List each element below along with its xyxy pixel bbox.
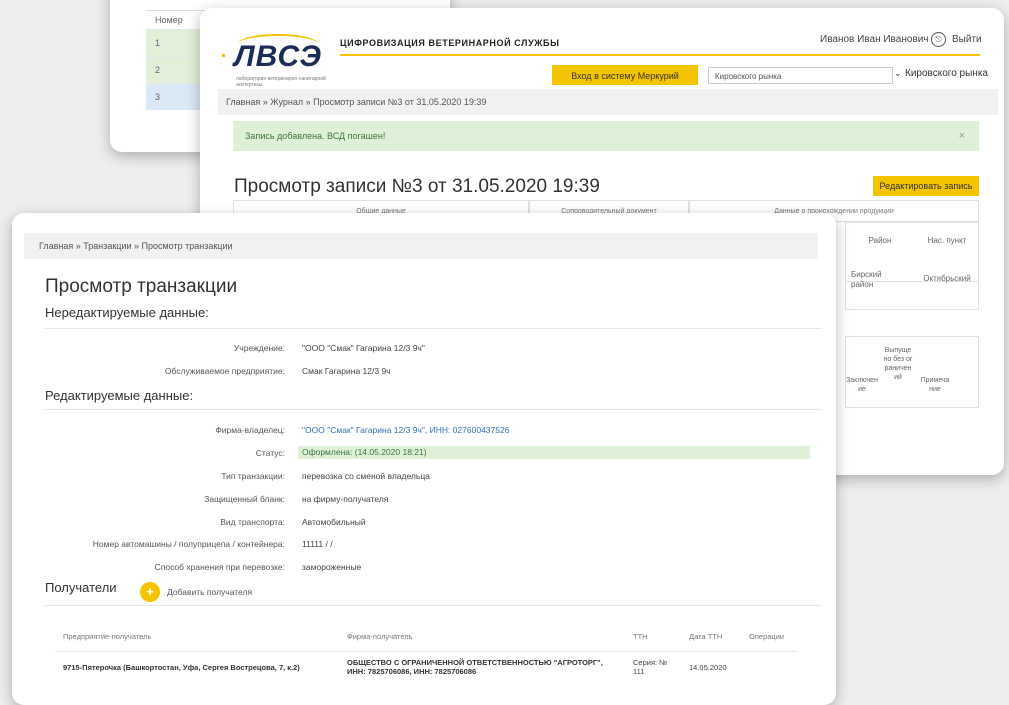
col-firm: Фирма-получатель	[339, 621, 625, 652]
blank-value: на фирму-получателя	[302, 494, 389, 504]
divider	[45, 409, 821, 410]
type-value: перевозка со сменой владельца	[302, 471, 430, 481]
noneditable-heading: Нередактируемые данные:	[45, 305, 209, 320]
col-ttn: ТТН	[625, 621, 681, 652]
vehicle-label: Номер автомашины / полуприцепа / контейн…	[92, 539, 285, 549]
add-recipient-icon[interactable]: +	[140, 582, 160, 602]
recipients-heading: Получатели	[45, 580, 117, 595]
logout-icon[interactable]: ⎋	[931, 32, 946, 47]
edit-record-button[interactable]: Редактировать запись	[873, 176, 979, 196]
col-note: Примечание	[920, 377, 950, 393]
cell-enterprise: 9715-Пятерочка (Башкортостан, Уфа, Серге…	[63, 662, 300, 672]
recipients-table: Предприятие-получатель Фирма-получатель …	[55, 621, 797, 682]
divider	[45, 328, 821, 329]
cell-firm: ОБЩЕСТВО С ОГРАНИЧЕННОЙ ОТВЕТСТВЕННОСТЬЮ…	[347, 658, 603, 676]
divider	[45, 605, 821, 606]
status-badge: Оформлена: (14.05.2020 18:21)	[298, 446, 810, 459]
editable-heading: Редактируемые данные:	[45, 388, 194, 403]
col-settlement: Нас. пункт	[927, 236, 967, 245]
logout-link[interactable]: Выйти	[952, 34, 982, 45]
col-enterprise: Предприятие-получатель	[55, 621, 339, 652]
market-select[interactable]: Кировского рынка	[708, 67, 893, 84]
user-name[interactable]: Иванов Иван Иванович	[820, 34, 929, 45]
page-title: Просмотр транзакции	[45, 276, 238, 297]
storage-value: замороженные	[302, 562, 362, 572]
mercury-login-button[interactable]: Вход в систему Меркурий	[552, 65, 698, 85]
app-title: ЦИФРОВИЗАЦИЯ ВЕТЕРИНАРНОЙ СЛУЖБЫ	[340, 38, 560, 48]
cell-ttn-date: 14.05.2020	[689, 662, 727, 672]
close-icon[interactable]: ×	[959, 121, 965, 151]
col-region: Район	[868, 236, 892, 245]
type-label: Тип транзакции:	[221, 471, 285, 481]
cell-operations[interactable]	[741, 652, 797, 683]
storage-label: Способ хранения при перевозке:	[154, 562, 285, 572]
owner-label: Фирма-владелец:	[215, 425, 285, 435]
col-operations: Операции	[741, 621, 797, 652]
institution-value: "ООО "Смак" Гагарина 12/3 9ч"	[302, 343, 425, 353]
alert-text: Запись добавлена. ВСД погашен!	[245, 131, 386, 141]
col-ttn-date: Дата ТТН	[681, 621, 741, 652]
breadcrumb[interactable]: Главная » Журнал » Просмотр записи №3 от…	[218, 89, 998, 115]
add-recipient-button[interactable]: Добавить получателя	[167, 587, 252, 597]
transport-label: Вид транспорта:	[220, 517, 285, 527]
owner-link[interactable]: "ООО "Смак" Гагарина 12/3 9ч", ИНН: 0276…	[302, 425, 509, 435]
col-conclusion: Заключение	[846, 377, 878, 393]
chevron-down-icon[interactable]: ⌄	[894, 68, 902, 79]
col-released: Выпущено без ограничений	[883, 347, 913, 381]
success-alert: Запись добавлена. ВСД погашен! ×	[233, 121, 979, 151]
col-number: Номер	[146, 10, 208, 30]
market-label: Кировского рынка	[905, 68, 988, 79]
title-divider	[340, 54, 980, 56]
logo[interactable]: ЛВСЭ лаборатория ветеринарно-санитарной …	[222, 28, 332, 88]
institution-label: Учреждение:	[233, 343, 285, 353]
blank-label: Защищенный бланк:	[204, 494, 285, 504]
transaction-view-window: Главная » Транзакции » Просмотр транзакц…	[12, 213, 836, 705]
enterprise-label: Обслуживаемое предприятие:	[164, 366, 285, 376]
table-row[interactable]: 9715-Пятерочка (Башкортостан, Уфа, Серге…	[55, 652, 797, 683]
transport-value: Автомобильный	[302, 517, 366, 527]
page-title: Просмотр записи №3 от 31.05.2020 19:39	[234, 176, 600, 197]
vehicle-value: 11111 / /	[302, 539, 333, 549]
enterprise-value: Смак Гагарина 12/3 9ч	[302, 366, 391, 376]
logo-subtitle: лаборатория ветеринарно-санитарной экспе…	[236, 76, 326, 88]
breadcrumb[interactable]: Главная » Транзакции » Просмотр транзакц…	[24, 233, 818, 259]
logo-text: ЛВСЭ	[234, 40, 323, 73]
cell-ttn: Серия: № 111	[633, 658, 668, 676]
status-label: Статус:	[255, 448, 285, 458]
